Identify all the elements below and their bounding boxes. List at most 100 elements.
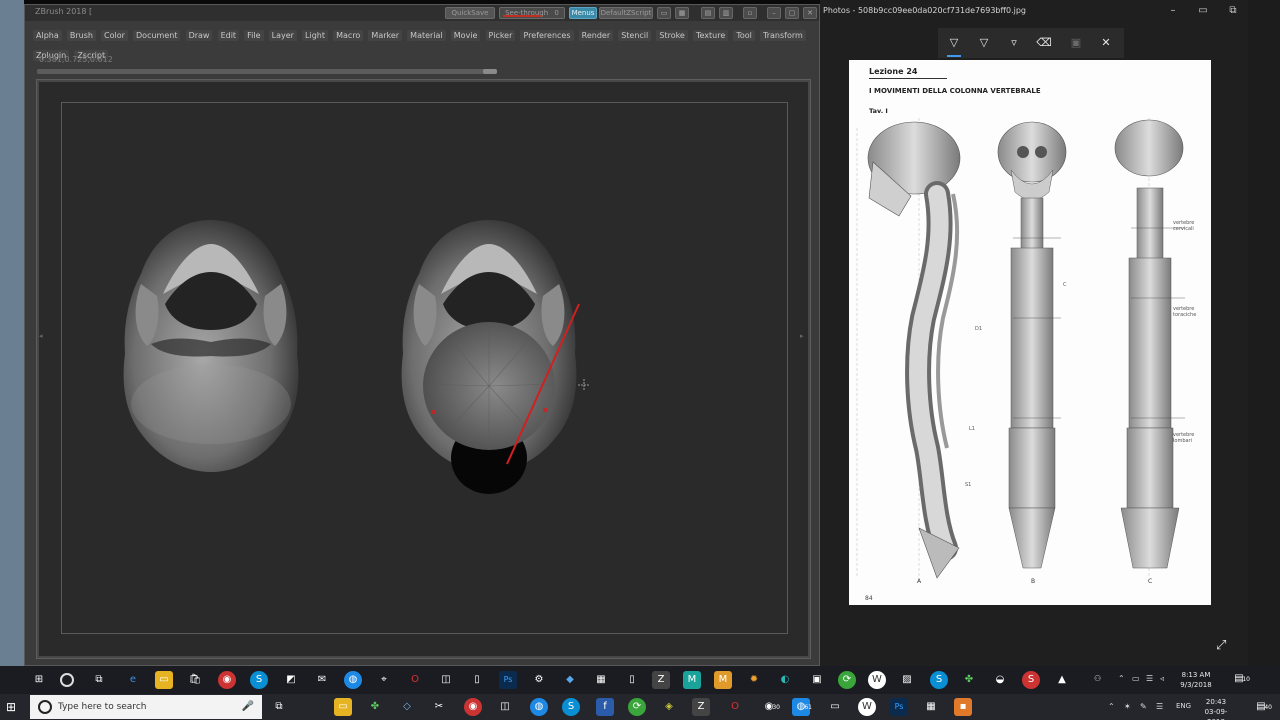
menu-brush[interactable]: Brush (66, 30, 96, 41)
camera-icon-2[interactable]: ◫ (496, 698, 514, 716)
menus-button[interactable]: Menus (569, 7, 597, 19)
menu-alpha[interactable]: Alpha (33, 30, 62, 41)
menu-stencil[interactable]: Stencil (618, 30, 652, 41)
store-icon[interactable]: 🛍 (186, 671, 204, 689)
network-icon[interactable]: ▭ (1132, 674, 1140, 683)
wifi-icon[interactable]: ☰ (1146, 674, 1153, 683)
opera-icon[interactable]: O (406, 671, 424, 689)
notepad-icon[interactable]: ▯ (623, 671, 641, 689)
menu-macro[interactable]: Macro (333, 30, 364, 41)
menu-picker[interactable]: Picker (485, 30, 516, 41)
app-icon-14[interactable]: S (1022, 671, 1040, 689)
taskbar-clock-2[interactable]: 20:43 03-09-2018 (1196, 697, 1236, 720)
people-tray-icon[interactable]: ⚇ (1094, 674, 1101, 683)
menu-layer[interactable]: Layer (268, 30, 297, 41)
app-icon-7[interactable]: ◐ (776, 671, 794, 689)
mail-icon[interactable]: ✉ (313, 671, 331, 689)
menu-texture[interactable]: Texture (692, 30, 729, 41)
app-icon-23[interactable]: ◍ 61 (792, 698, 812, 716)
palette-icon[interactable]: ▤ (701, 7, 715, 19)
photoshop-icon-2[interactable]: Ps (890, 698, 908, 716)
document-icon[interactable]: ▯ (468, 671, 486, 689)
app-icon-2[interactable]: ◍ (344, 671, 362, 689)
grid-icon[interactable]: ▦ (675, 7, 689, 19)
app-icon-16[interactable]: ◇ (398, 698, 416, 716)
app-icon-21[interactable]: ◈ (660, 698, 678, 716)
menu-color[interactable]: Color (101, 30, 128, 41)
zbrush-icon-2[interactable]: Z (692, 698, 710, 716)
restore-icon[interactable]: ▢ (785, 7, 799, 19)
seethrough-slider[interactable]: See-through 0 (499, 7, 565, 19)
app-icon-3[interactable]: ◆ (561, 671, 579, 689)
photos-app-icon[interactable]: ▲ (1053, 671, 1071, 689)
app-icon-1[interactable]: ◩ (282, 671, 300, 689)
explorer-icon[interactable]: ▭ (155, 671, 173, 689)
sculpt-head-right[interactable] (389, 214, 589, 504)
quicksave-button[interactable]: QuickSave (445, 7, 495, 19)
app-icon-10[interactable]: W (868, 671, 886, 689)
app-icon-24[interactable]: ▭ (826, 698, 844, 716)
menu-movie[interactable]: Movie (450, 30, 481, 41)
photos-minimize-icon[interactable]: – (1166, 4, 1180, 18)
task-view-icon[interactable]: ⧉ (90, 671, 108, 689)
close-ink-icon[interactable]: ✕ (1098, 35, 1114, 51)
sculpt-head-left[interactable] (111, 214, 311, 476)
app-icon-9[interactable]: ⟳ (838, 671, 856, 689)
minimize-icon[interactable]: – (767, 7, 781, 19)
skype-icon-3[interactable]: S (562, 698, 580, 716)
expand-icon[interactable]: ⤢ (1216, 638, 1232, 654)
edge-icon[interactable]: e (124, 671, 142, 689)
cortana-icon[interactable] (60, 673, 74, 687)
app-icon-13[interactable]: ◒ (991, 671, 1009, 689)
pen-tray-icon[interactable]: ✎ (1140, 702, 1147, 711)
app-icon-19[interactable]: f (596, 698, 614, 716)
menu-material[interactable]: Material (407, 30, 446, 41)
menu-transform[interactable]: Transform (759, 30, 806, 41)
app-icon-22[interactable]: ◉ 30 (760, 698, 780, 716)
ballpoint-pen-icon[interactable]: ▽ (946, 35, 962, 57)
app-icon-4[interactable]: ▦ (592, 671, 610, 689)
app-icon-15[interactable]: ✤ (366, 698, 384, 716)
close-icon[interactable]: ✕ (803, 7, 817, 19)
search-box[interactable]: Type here to search 🎤 (30, 695, 262, 719)
taskbar-clock[interactable]: 8:13 AM 9/3/2018 (1174, 670, 1218, 690)
photos-maximize-icon[interactable]: ⧉ (1226, 4, 1240, 18)
explorer-icon-2[interactable]: ▭ (334, 698, 352, 716)
microphone-icon[interactable]: 🎤 (242, 701, 254, 712)
menu-marker[interactable]: Marker (368, 30, 403, 41)
app-icon-5[interactable]: M (714, 671, 732, 689)
menu-edit[interactable]: Edit (217, 30, 240, 41)
volume-icon[interactable]: ◃ (1160, 674, 1164, 683)
photo-image[interactable]: Lezione 24 I MOVIMENTI DELLA COLONNA VER… (849, 60, 1211, 605)
app-icon-20[interactable]: ⟳ (628, 698, 646, 716)
maya-icon[interactable]: M (683, 671, 701, 689)
camera-icon[interactable]: ◫ (437, 671, 455, 689)
task-view-icon-2[interactable]: ⧉ (270, 698, 288, 716)
photos-restore-icon[interactable]: ▭ (1196, 4, 1210, 18)
app-icon-11[interactable]: ▨ (898, 671, 916, 689)
crop-icon[interactable]: ▣ (1068, 35, 1084, 51)
tray-chevron-icon[interactable]: ⌃ (1118, 674, 1125, 683)
menu-light[interactable]: Light (302, 30, 329, 41)
skype-icon-2[interactable]: S (930, 671, 948, 689)
app-icon-8[interactable]: ▣ (808, 671, 826, 689)
zbrush-document[interactable]: ◂ ▸ (39, 82, 808, 656)
calligraphy-pen-icon[interactable]: ▿ (1006, 35, 1022, 51)
layout2-icon[interactable]: ▥ (719, 7, 733, 19)
notification-center-icon[interactable]: ▤ 10 (1230, 670, 1250, 688)
app-icon-18[interactable]: ◍ (530, 698, 548, 716)
eraser-icon[interactable]: ⌫ (1036, 35, 1052, 51)
settings-icon[interactable]: ⚙ (530, 671, 548, 689)
left-shelf-handle[interactable]: ◂ (39, 332, 47, 352)
pencil-icon[interactable]: ▽ (976, 35, 992, 51)
menu-file[interactable]: File (244, 30, 264, 41)
app-icon-27[interactable]: ▪ (954, 698, 972, 716)
windows-start-icon[interactable]: ⊞ (6, 699, 22, 715)
menu-render[interactable]: Render (578, 30, 614, 41)
chrome-icon[interactable]: ◉ (218, 671, 236, 689)
default-script-button[interactable]: DefaultZScript (599, 7, 653, 19)
language-indicator[interactable]: ENG (1176, 702, 1191, 710)
zbrush-icon[interactable]: Z (652, 671, 670, 689)
tray-chevron-icon-2[interactable]: ⌃ (1108, 702, 1115, 711)
app-icon-25[interactable]: W (858, 698, 876, 716)
